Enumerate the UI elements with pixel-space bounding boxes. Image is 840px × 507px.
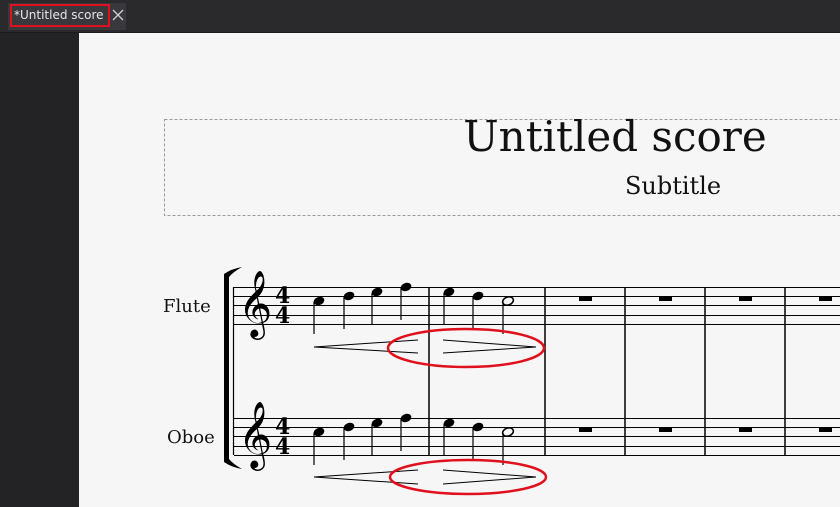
hairpin-diminuendo-flute[interactable] [442, 339, 537, 354]
score-canvas[interactable]: Untitled score Subtitle Flute Oboe 𝄞 𝄞 4… [79, 33, 840, 507]
hairpin-diminuendo-oboe[interactable] [442, 469, 537, 485]
whole-rest[interactable] [579, 427, 592, 432]
time-sig-den-oboe[interactable]: 4 [275, 434, 290, 460]
instrument-name-flute[interactable]: Flute [163, 296, 211, 317]
tab-label[interactable]: *Untitled score [10, 4, 110, 27]
treble-clef-oboe[interactable]: 𝄞 [238, 400, 272, 471]
tab-untitled-score[interactable]: *Untitled score [8, 3, 126, 30]
score-page: Untitled score Subtitle Flute Oboe 𝄞 𝄞 4… [163, 112, 840, 496]
whole-rest[interactable] [659, 296, 672, 301]
oboe-measure-2[interactable] [442, 417, 515, 465]
flute-measure-1[interactable] [312, 281, 412, 334]
treble-clef-flute[interactable]: 𝄞 [238, 269, 272, 340]
oboe-measure-1[interactable] [312, 412, 412, 465]
whole-rest[interactable] [819, 296, 832, 301]
whole-rest[interactable] [819, 427, 832, 432]
whole-rest[interactable] [579, 296, 592, 301]
instrument-name-oboe[interactable]: Oboe [167, 427, 215, 448]
hairpin-crescendo-oboe[interactable] [313, 469, 419, 485]
close-icon[interactable] [110, 7, 126, 23]
whole-rest[interactable] [739, 427, 752, 432]
whole-rest[interactable] [659, 427, 672, 432]
whole-rest[interactable] [739, 296, 752, 301]
staff-flute[interactable] [234, 287, 840, 325]
hairpin-crescendo-flute[interactable] [313, 339, 419, 354]
highlight-circle-oboe-hairpin [388, 458, 548, 496]
left-panel [0, 33, 79, 507]
staff-oboe[interactable] [234, 418, 840, 456]
time-sig-den-flute[interactable]: 4 [275, 303, 290, 329]
score-title[interactable]: Untitled score [463, 112, 766, 161]
tab-bar: *Untitled score [0, 0, 840, 33]
flute-measure-2[interactable] [442, 286, 515, 334]
score-subtitle[interactable]: Subtitle [625, 172, 721, 200]
